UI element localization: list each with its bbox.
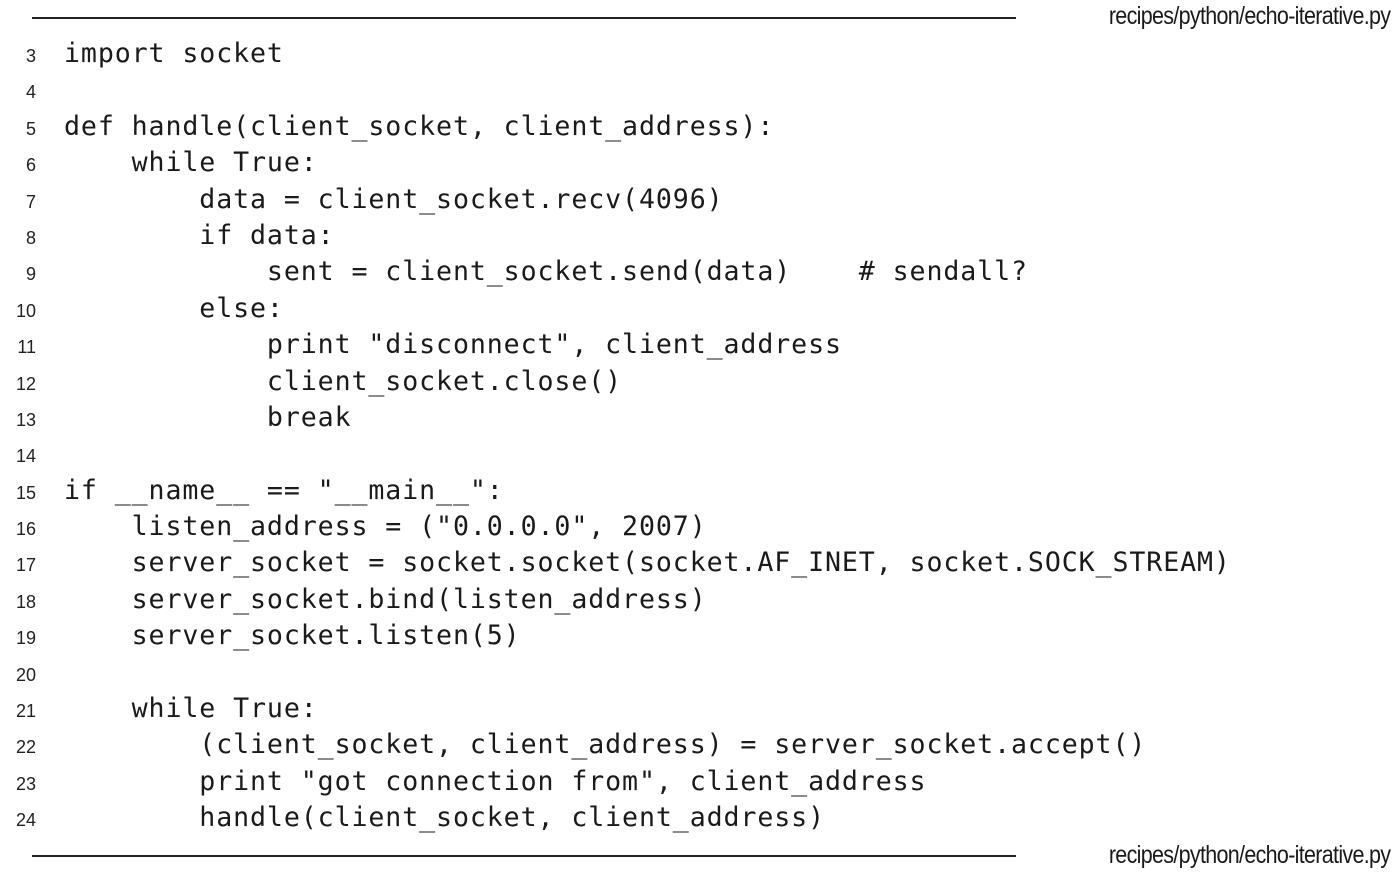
code-line: 13 break [0,400,1392,436]
line-number: 17 [15,555,36,576]
line-number: 5 [25,118,36,139]
code-line: 4 [0,72,1392,108]
listing-footer: recipes/python/echo-iterative.py [0,838,1392,878]
code-text: if __name__ == "__main__": [64,474,504,506]
line-number: 21 [15,701,36,722]
line-number: 20 [15,664,36,685]
code-line: 8 if data: [0,218,1392,254]
line-number: 9 [25,264,36,285]
code-text: server_socket = socket.socket(socket.AF_… [64,547,1231,579]
line-number: 19 [15,628,36,649]
listing-filename-bottom: recipes/python/echo-iterative.py [1108,841,1390,869]
bottom-rule [32,855,1016,857]
code-text: server_socket.bind(listen_address) [64,583,707,615]
code-listing: 3 import socket 4 5 def handle(client_socket… [0,36,1392,837]
code-text: handle(client_socket, client_address) [64,802,825,834]
code-line: 5 def handle(client_socket, client_addres… [0,109,1392,145]
code-line: 21 while True: [0,691,1392,727]
code-text: def handle(client_socket, client_address… [64,110,775,142]
line-number: 8 [25,227,36,248]
code-line: 11 print "disconnect", client_address [0,327,1392,363]
line-number: 14 [15,446,36,467]
code-text: data = client_socket.recv(4096) [64,183,724,215]
line-number: 10 [15,300,36,321]
code-line: 22 (client_socket, client_address) = ser… [0,727,1392,763]
code-text: print "got connection from", client_addr… [64,765,927,797]
line-number: 7 [25,191,36,212]
code-line: 10 else: [0,291,1392,327]
line-number: 3 [25,46,36,66]
line-number: 4 [25,82,36,103]
code-line: 20 [0,655,1392,691]
code-line: 17 server_socket = socket.socket(socket.… [0,545,1392,581]
code-text: while True: [64,147,318,179]
code-text: import socket [64,38,284,69]
line-number: 18 [15,591,36,612]
code-line: 12 client_socket.close() [0,364,1392,400]
line-number: 6 [25,155,36,176]
code-line: 24 handle(client_socket, client_address) [0,800,1392,836]
code-line: 18 server_socket.bind(listen_address) [0,582,1392,618]
listing-filename-top: recipes/python/echo-iterative.py [1108,2,1390,30]
line-number: 24 [15,810,36,831]
code-text: sent = client_socket.send(data) # sendal… [64,256,1028,288]
code-line: 3 import socket [0,36,1392,72]
listing-header: recipes/python/echo-iterative.py [0,0,1392,40]
code-text: while True: [64,693,318,725]
code-text: print "disconnect", client_address [64,329,842,361]
code-line: 19 server_socket.listen(5) [0,618,1392,654]
code-text: (client_socket, client_address) = server… [64,729,1147,761]
code-line: 9 sent = client_socket.send(data) # send… [0,254,1392,290]
line-number: 16 [15,519,36,540]
line-number: 11 [17,337,36,358]
code-text: server_socket.listen(5) [64,620,521,652]
code-text: break [64,401,352,433]
top-rule [32,17,1016,19]
line-number: 15 [15,482,36,503]
line-number: 13 [15,409,36,430]
code-line: 7 data = client_socket.recv(4096) [0,182,1392,218]
code-text: if data: [64,219,335,251]
code-line: 6 while True: [0,145,1392,181]
code-line: 15 if __name__ == "__main__": [0,473,1392,509]
code-line: 16 listen_address = ("0.0.0.0", 2007) [0,509,1392,545]
code-line: 14 [0,436,1392,472]
line-number: 23 [15,773,36,794]
line-number: 22 [15,737,36,758]
code-text: listen_address = ("0.0.0.0", 2007) [64,511,707,543]
line-number: 12 [15,373,36,394]
code-text: else: [64,292,284,324]
code-text: client_socket.close() [64,365,623,397]
code-line: 23 print "got connection from", client_a… [0,764,1392,800]
